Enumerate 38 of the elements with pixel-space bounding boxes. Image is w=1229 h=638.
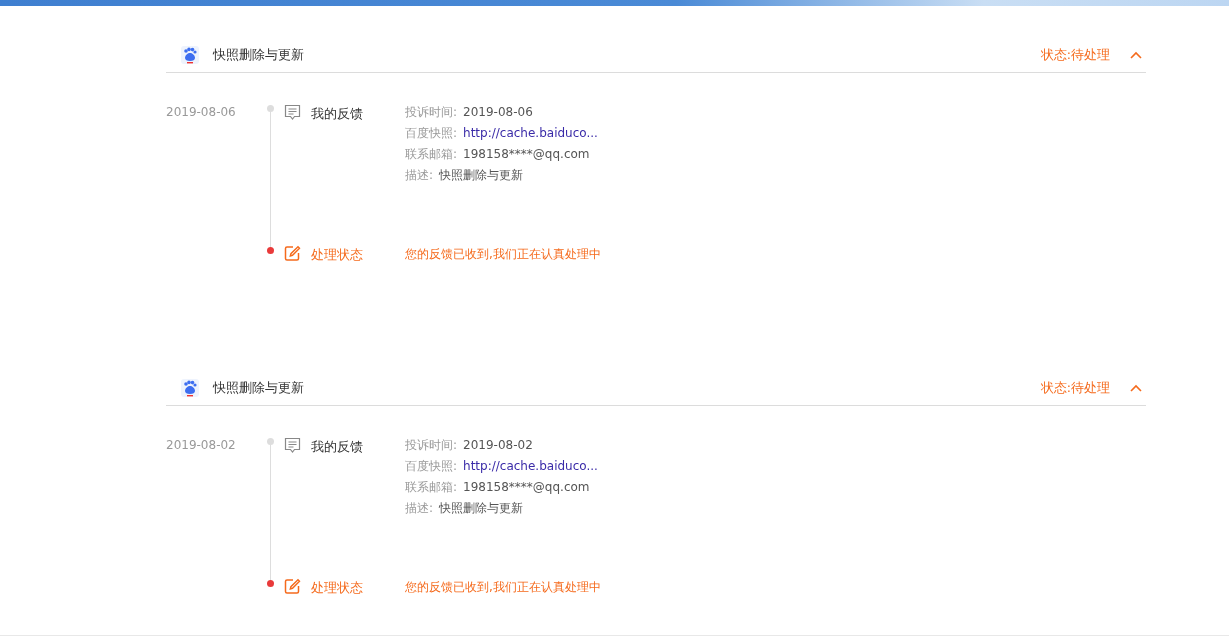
field-label: 百度快照: <box>405 459 458 473</box>
field-label: 百度快照: <box>405 126 458 140</box>
comment-icon <box>284 104 301 121</box>
field-label: 投诉时间: <box>405 105 458 119</box>
timeline-dot <box>267 580 274 587</box>
card-title: 快照删除与更新 <box>213 379 305 397</box>
paw-logo-icon <box>181 46 199 64</box>
progress-label: 处理状态 <box>311 579 364 597</box>
caret-icon[interactable] <box>1130 51 1142 59</box>
field-value: 2019-08-02 <box>463 438 533 452</box>
timeline-dot <box>267 247 274 254</box>
field-value: 2019-08-06 <box>463 105 533 119</box>
field-value: 快照删除与更新 <box>439 168 524 182</box>
status-label: 状态:待处理 <box>1040 46 1110 64</box>
field-value: 198158****@qq.com <box>463 147 590 161</box>
field-value: 快照删除与更新 <box>439 501 524 515</box>
paw-logo-icon <box>181 379 199 397</box>
progress-message: 您的反馈已收到,我们正在认真处理中 <box>405 246 601 263</box>
edit-icon <box>284 245 301 262</box>
field-label: 描述: <box>405 501 434 515</box>
status-label: 状态:待处理 <box>1040 379 1110 397</box>
feedback-label: 我的反馈 <box>311 105 364 123</box>
comment-icon <box>284 437 301 454</box>
date-label: 2019-08-06 <box>166 105 237 121</box>
field-value: 198158****@qq.com <box>463 480 590 494</box>
snapshot-link[interactable]: http://cache.baiduco... <box>463 126 598 140</box>
field-label: 描述: <box>405 168 434 182</box>
field-label: 投诉时间: <box>405 438 458 452</box>
edit-icon <box>284 578 301 595</box>
snapshot-link[interactable]: http://cache.baiduco... <box>463 459 598 473</box>
date-label: 2019-08-02 <box>166 438 237 454</box>
field-label: 联系邮箱: <box>405 147 458 161</box>
progress-message: 您的反馈已收到,我们正在认真处理中 <box>405 579 601 596</box>
card-title: 快照删除与更新 <box>213 46 305 64</box>
progress-label: 处理状态 <box>311 246 364 264</box>
caret-icon[interactable] <box>1130 384 1142 392</box>
feedback-label: 我的反馈 <box>311 438 364 456</box>
field-label: 联系邮箱: <box>405 480 458 494</box>
